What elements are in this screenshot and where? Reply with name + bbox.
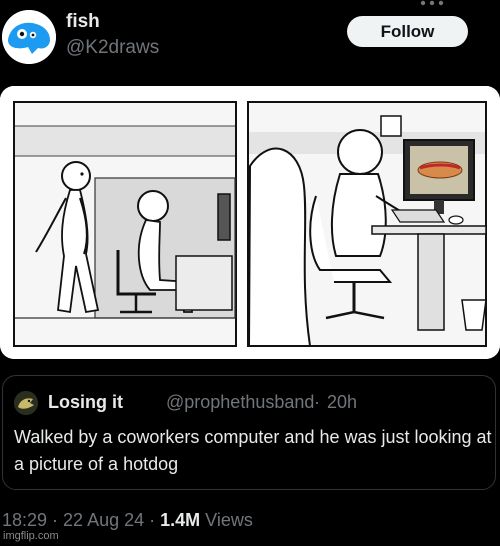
more-options-icon[interactable] [418, 0, 446, 10]
tweet-time[interactable]: 18:29 [2, 510, 47, 530]
tweet-meta: 18:29 · 22 Aug 24 · 1.4M Views [2, 510, 253, 531]
meta-separator: · [144, 510, 161, 530]
views-count[interactable]: 1.4M [160, 510, 200, 530]
author-name[interactable]: fish [66, 11, 100, 33]
watermark: imgflip.com [3, 530, 59, 542]
author-handle[interactable]: @K2draws [66, 37, 159, 59]
comic-image[interactable] [0, 86, 500, 359]
author-avatar[interactable] [2, 10, 56, 64]
views-label[interactable]: Views [200, 510, 253, 530]
meta-separator: · [47, 510, 64, 530]
quoted-handle[interactable]: @prophethusband [166, 392, 314, 413]
quoted-time[interactable]: 20h [327, 392, 357, 413]
quoted-separator: · [314, 392, 320, 412]
bird-avatar-icon [14, 391, 38, 415]
tweet-date[interactable]: 22 Aug 24 [63, 510, 144, 530]
comic-illustration [0, 86, 500, 359]
follow-button[interactable]: Follow [347, 16, 468, 47]
quoted-name[interactable]: Losing it [48, 392, 123, 413]
quoted-text: Walked by a coworkers computer and he wa… [14, 427, 492, 474]
panel-left [13, 101, 237, 347]
quoted-avatar[interactable] [14, 391, 38, 415]
fish-avatar-icon [2, 10, 56, 64]
panel-right [247, 101, 487, 347]
